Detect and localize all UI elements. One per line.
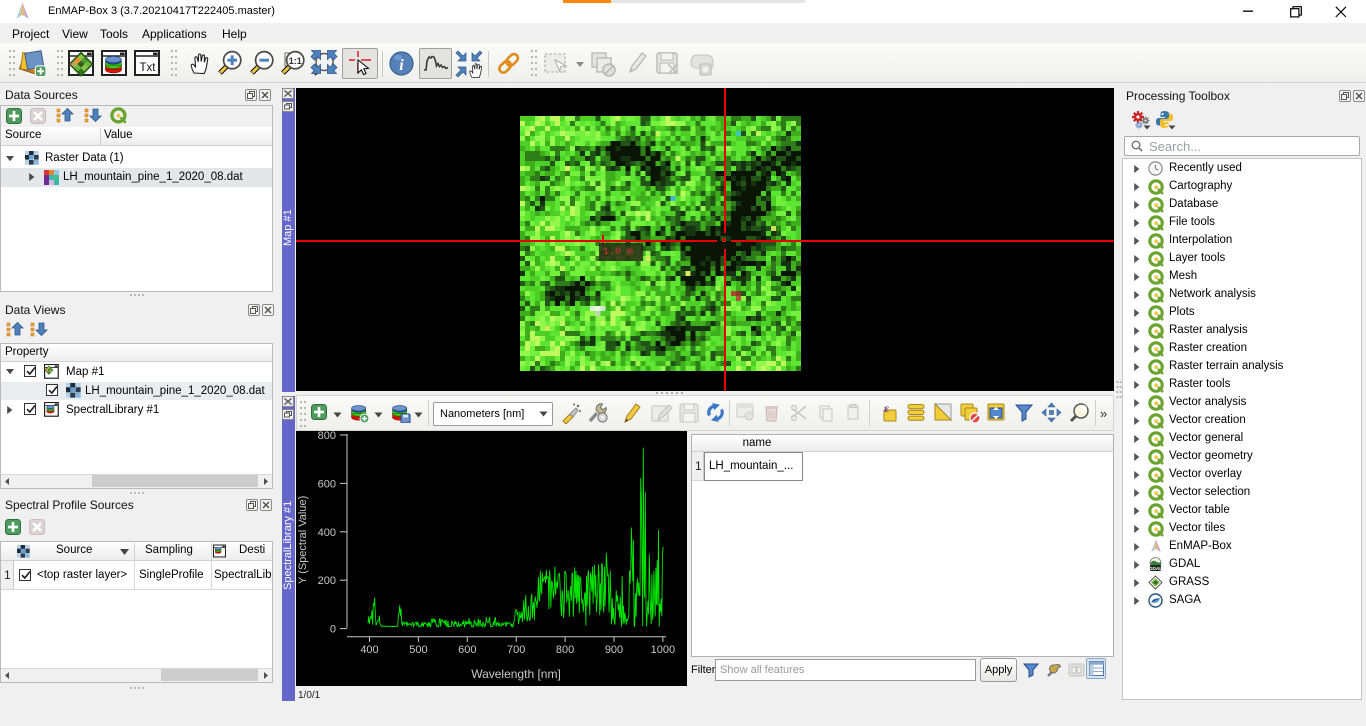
svg-text:700: 700 xyxy=(507,644,525,656)
svg-text:900: 900 xyxy=(605,644,623,656)
svg-text:GDAL: GDAL xyxy=(1149,566,1162,571)
svg-text:ε: ε xyxy=(884,402,889,415)
svg-text:200: 200 xyxy=(318,575,336,587)
svg-text:0: 0 xyxy=(330,624,336,636)
svg-text:800: 800 xyxy=(318,431,336,442)
svg-text:600: 600 xyxy=(318,478,336,490)
svg-text:Txt: Txt xyxy=(140,62,157,74)
svg-text:400: 400 xyxy=(360,644,378,656)
svg-text:1000: 1000 xyxy=(651,644,675,656)
svg-text:800: 800 xyxy=(556,644,574,656)
svg-text:i: i xyxy=(399,57,404,74)
svg-text:1:1: 1:1 xyxy=(289,56,302,66)
svg-text:400: 400 xyxy=(318,527,336,539)
svg-text:Wavelength [nm]: Wavelength [nm] xyxy=(471,667,561,681)
svg-text:600: 600 xyxy=(458,644,476,656)
svg-text:500: 500 xyxy=(409,644,427,656)
